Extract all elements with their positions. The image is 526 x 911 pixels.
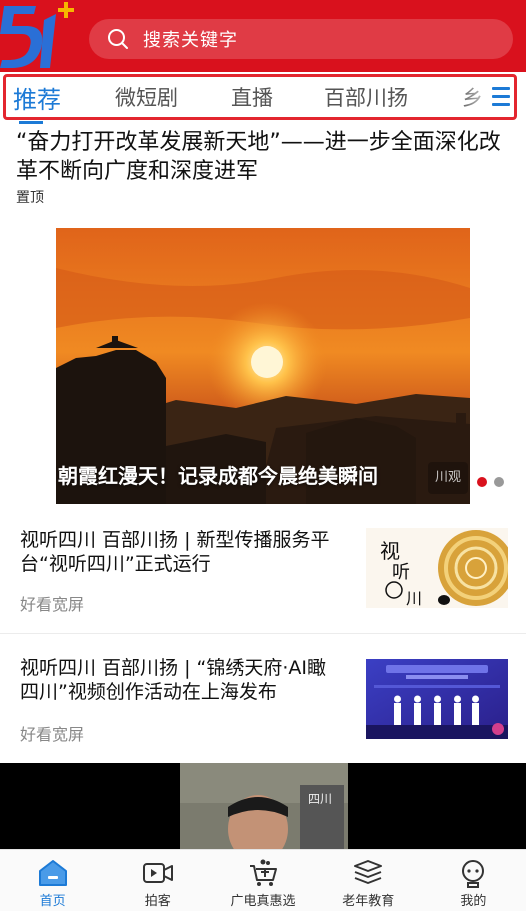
search-icon bbox=[108, 29, 128, 49]
channel-tab-bar: 推荐 微短剧 直播 百部川扬 乡 bbox=[3, 74, 517, 120]
news-thumbnail: 视 听 川 bbox=[366, 528, 508, 608]
app-logo[interactable] bbox=[0, 0, 84, 72]
nav-label: 拍客 bbox=[144, 894, 171, 909]
news-title: 视听四川 百部川扬 | 新型传播服务平台“视听四川”正式运行 bbox=[20, 529, 330, 575]
tab-micro-drama[interactable]: 微短剧 bbox=[115, 82, 178, 112]
svg-text:听: 听 bbox=[392, 562, 410, 583]
nav-label: 首页 bbox=[39, 894, 66, 909]
search-bar[interactable]: 搜索关键字 bbox=[89, 19, 513, 59]
nav-paike[interactable]: 拍客 bbox=[105, 850, 210, 911]
news-source: 好看宽屏 bbox=[20, 725, 85, 744]
tab-live[interactable]: 直播 bbox=[231, 82, 273, 112]
menu-icon[interactable] bbox=[492, 87, 510, 106]
home-icon bbox=[38, 860, 67, 886]
nav-elderly-education[interactable]: 老年教育 bbox=[316, 850, 421, 911]
pinned-tag: 置顶 bbox=[16, 190, 44, 206]
news-item[interactable]: 视听四川 百部川扬 | “锦绣天府·AI瞰四川”视频创作活动在上海发布 好看宽屏 bbox=[0, 634, 526, 764]
news-item[interactable]: 视听四川 百部川扬 | 新型传播服务平台“视听四川”正式运行 好看宽屏 视 听 … bbox=[0, 504, 526, 634]
svg-text:川: 川 bbox=[406, 589, 422, 608]
carousel-dot-active[interactable] bbox=[477, 477, 487, 487]
tab-baibu-chuanyang[interactable]: 百部川扬 bbox=[324, 82, 408, 112]
nav-home[interactable]: 首页 bbox=[0, 850, 105, 911]
shopping-cart-icon bbox=[250, 859, 277, 886]
nav-label: 我的 bbox=[460, 894, 487, 909]
top-header: 搜索关键字 bbox=[0, 0, 526, 72]
nav-label: 广电真惠选 bbox=[230, 894, 296, 909]
svg-text:四川: 四川 bbox=[308, 792, 332, 806]
video-camera-icon bbox=[142, 863, 173, 883]
user-icon bbox=[462, 860, 485, 888]
video-preview[interactable]: 四川 bbox=[0, 763, 526, 849]
banner-watermark: 川观 bbox=[428, 462, 468, 494]
carousel-dot[interactable] bbox=[494, 477, 504, 487]
pinned-headline[interactable]: “奋力打开改革发展新天地”——进一步全面深化改革不断向广度和深度进军 bbox=[16, 128, 512, 186]
carousel-dots bbox=[477, 472, 511, 491]
books-icon bbox=[354, 860, 383, 884]
nav-label: 老年教育 bbox=[342, 894, 395, 909]
pinned-accent-bar bbox=[19, 121, 43, 124]
news-source: 好看宽屏 bbox=[20, 595, 85, 614]
news-thumbnail bbox=[366, 659, 508, 739]
tab-recommend[interactable]: 推荐 bbox=[13, 80, 61, 115]
svg-text:视: 视 bbox=[380, 539, 400, 563]
news-title: 视听四川 百部川扬 | “锦绣天府·AI瞰四川”视频创作活动在上海发布 bbox=[20, 657, 327, 703]
search-placeholder: 搜索关键字 bbox=[143, 30, 238, 51]
bottom-navigation: 首页 拍客 广电真惠选 老年教育 我的 bbox=[0, 849, 526, 911]
nav-shop[interactable]: 广电真惠选 bbox=[210, 850, 315, 911]
banner-caption[interactable]: 朝霞红漫天！记录成都今晨绝美瞬间 bbox=[56, 460, 470, 489]
nav-profile[interactable]: 我的 bbox=[421, 850, 526, 911]
